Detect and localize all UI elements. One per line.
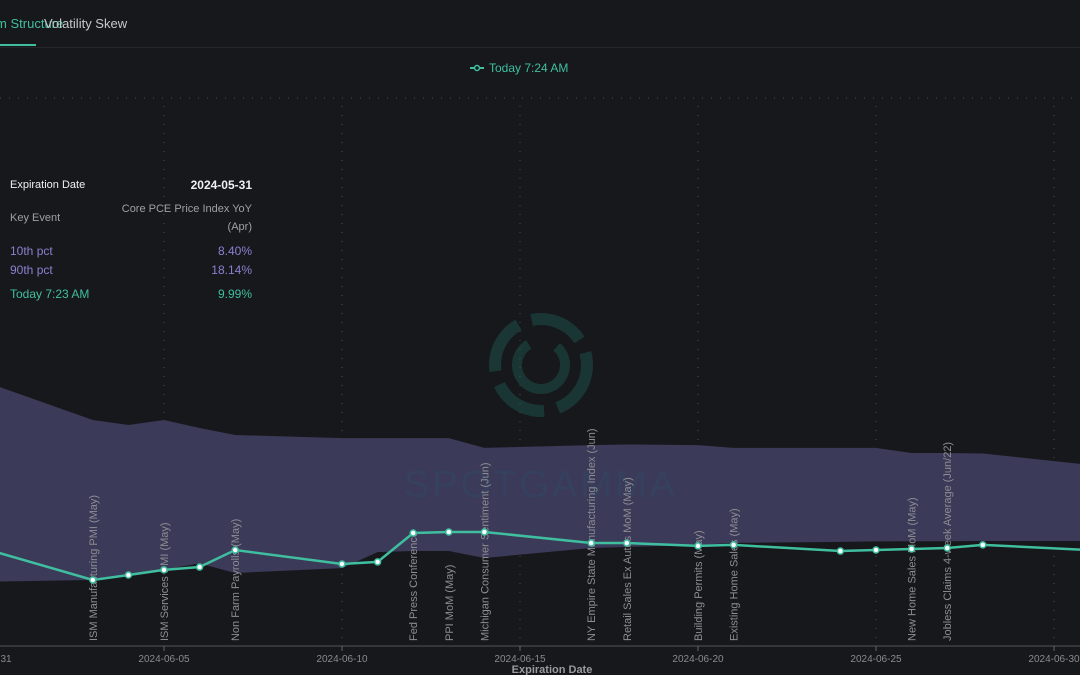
data-point xyxy=(409,529,417,537)
x-tick-label: 2024-05-31 xyxy=(0,654,12,665)
data-point xyxy=(195,563,204,571)
event-label: Retail Sales Ex Autos MoM (May) xyxy=(622,477,634,641)
event-label: NY Empire State Manufacturing Index (Jun… xyxy=(586,428,598,641)
event-label: ISM Services PMI (May) xyxy=(159,522,171,641)
event-label: Fed Press Conference xyxy=(408,531,420,641)
tooltip-expiration-label: Expiration Date xyxy=(10,179,86,191)
data-point xyxy=(373,558,382,566)
event-label: Michigan Consumer Sentiment (Jun) xyxy=(479,462,491,641)
x-tick-label: 2024-06-25 xyxy=(850,654,902,665)
watermark-inner-ring xyxy=(512,336,570,394)
event-label: PPI MoM (May) xyxy=(444,565,456,641)
tooltip-today-label: Today 7:23 AM xyxy=(10,287,90,301)
data-point xyxy=(836,547,845,555)
tooltip-p90-value: 18.14% xyxy=(211,263,252,277)
data-point xyxy=(445,528,453,536)
x-axis-title: Expiration Date xyxy=(512,664,593,675)
x-tick-label: 2024-06-30 xyxy=(1028,654,1080,665)
event-label: ISM Manufacturing PMI (May) xyxy=(88,495,100,641)
data-point xyxy=(89,576,97,584)
x-tick-label: 2024-06-10 xyxy=(316,654,368,665)
tooltip-expiration-value: 2024-05-31 xyxy=(190,178,252,192)
event-label: Non Farm Payrolls (May) xyxy=(230,519,242,641)
data-point xyxy=(872,546,880,554)
tooltip-p90-label: 90th pct xyxy=(10,263,53,277)
tooltip-p10-label: 10th pct xyxy=(10,244,53,258)
data-point xyxy=(231,546,239,554)
data-point xyxy=(694,542,702,550)
event-label: Jobless Claims 4-week Average (Jun/22) xyxy=(942,442,954,641)
data-point xyxy=(587,539,595,547)
data-point xyxy=(943,544,951,552)
tooltip-event-value: Core PCE Price Index YoY (Apr) xyxy=(121,203,252,233)
watermark-ring xyxy=(489,313,593,417)
data-point xyxy=(729,541,738,549)
data-point xyxy=(979,541,987,549)
data-point xyxy=(124,571,133,579)
watermark-text: SPOTGAMMA xyxy=(404,464,678,506)
watermark-logo: SPOTGAMMA xyxy=(404,313,678,506)
data-point xyxy=(623,539,631,547)
tooltip-event-label: Key Event xyxy=(10,212,61,224)
x-tick-label: 2024-06-20 xyxy=(672,654,724,665)
data-point xyxy=(160,566,168,574)
event-label: Existing Home Sales (May) xyxy=(729,508,741,641)
tooltip-p10-value: 8.40% xyxy=(217,244,252,258)
event-label: New Home Sales MoM (May) xyxy=(907,497,919,641)
term-structure-chart[interactable]: SPOTGAMMA ISM Manufacturing PMI (May) ISM … xyxy=(0,0,1080,675)
data-point xyxy=(338,560,346,568)
tooltip: Expiration Date 2024-05-31 Key Event Core … xyxy=(10,178,252,309)
data-point xyxy=(907,545,916,553)
x-tick-label: 2024-06-05 xyxy=(138,654,190,665)
tooltip-today-value: 9.99% xyxy=(217,287,252,301)
data-point xyxy=(480,528,489,536)
